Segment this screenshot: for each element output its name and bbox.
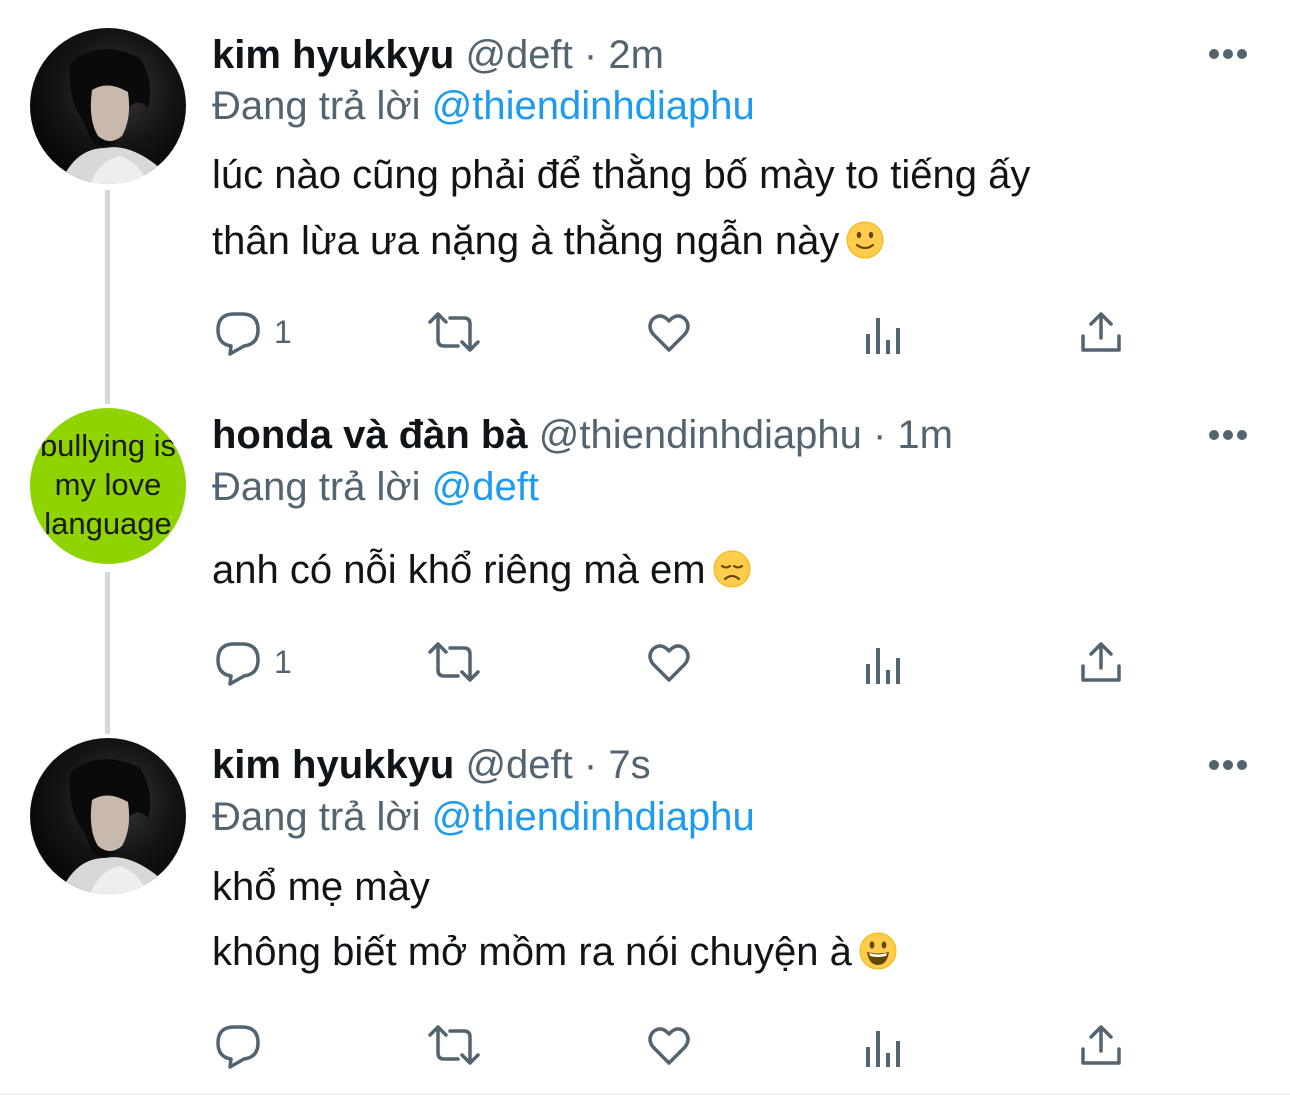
retweet-icon: [428, 642, 480, 682]
replying-to-label: Đang trả lời: [212, 795, 421, 839]
analytics-button[interactable]: [862, 1025, 906, 1073]
tweet-text-line-with-emoji: không biết mở mồm ra nói chuyện à: [212, 927, 898, 977]
like-button[interactable]: [645, 1021, 693, 1069]
replying-to-label: Đang trả lời: [212, 84, 421, 128]
replying-to-line: Đang trả lời @thiendinhdiaphu: [212, 81, 755, 131]
avatar-portrait-image: [60, 49, 170, 184]
reply-button[interactable]: 1: [214, 638, 292, 686]
reply-icon: [216, 312, 260, 356]
tweet[interactable]: kim hyukkyu @deft · 2m Đang trả lời @thi…: [0, 0, 1290, 380]
share-button[interactable]: [1077, 308, 1125, 356]
like-icon: [648, 314, 690, 352]
tweet-text-line-with-emoji: anh có nỗi khổ riêng mà em: [212, 545, 752, 595]
analytics-button[interactable]: [862, 312, 906, 360]
mention-link[interactable]: @thiendinhdiaphu: [432, 84, 755, 128]
analytics-icon: [866, 318, 900, 354]
reply-button[interactable]: 1: [214, 308, 292, 356]
retweet-button[interactable]: [426, 308, 482, 356]
reply-count: 1: [274, 313, 292, 350]
timestamp[interactable]: 2m: [608, 33, 664, 77]
reply-button[interactable]: [214, 1021, 274, 1069]
tweet[interactable]: bullying is my love language honda và đà…: [0, 380, 1290, 710]
tweet-text-line-with-emoji: thân lừa ưa nặng à thằng ngẫn này: [212, 216, 885, 266]
avatar-text-line: bullying is: [40, 428, 176, 463]
user-handle[interactable]: @deft: [465, 743, 572, 787]
tweet[interactable]: kim hyukkyu @deft · 7s Đang trả lời @thi…: [0, 710, 1290, 1090]
share-icon: [1081, 312, 1121, 352]
retweet-button[interactable]: [426, 638, 482, 686]
avatar-portrait-image: [60, 759, 170, 894]
more-icon[interactable]: [1208, 46, 1248, 62]
separator-dot: ·: [583, 33, 598, 77]
like-button[interactable]: [645, 308, 693, 356]
user-handle[interactable]: @thiendinhdiaphu: [539, 413, 862, 457]
more-icon[interactable]: [1208, 757, 1248, 773]
mention-link[interactable]: @thiendinhdiaphu: [432, 795, 755, 839]
disappointed-face-emoji-icon: [713, 550, 751, 588]
more-icon[interactable]: [1208, 427, 1248, 443]
timestamp[interactable]: 7s: [608, 743, 650, 787]
avatar-text-line: my love: [55, 467, 162, 502]
analytics-icon: [866, 648, 900, 684]
analytics-icon: [866, 1031, 900, 1067]
tweet-text-line: khổ mẹ mày: [212, 865, 430, 909]
avatar[interactable]: bullying is my love language: [30, 408, 186, 564]
avatar-text-image: bullying is my love language: [40, 428, 176, 541]
reply-icon: [216, 1025, 260, 1069]
display-name[interactable]: kim hyukkyu: [212, 33, 454, 77]
share-icon: [1081, 642, 1121, 682]
like-icon: [648, 1027, 690, 1065]
avatar-text-line: language: [44, 506, 172, 541]
like-button[interactable]: [645, 638, 693, 686]
grinning-face-emoji-icon: [859, 932, 897, 970]
tweet-text: không biết mở mồm ra nói chuyện à: [212, 930, 852, 974]
tweet-header: kim hyukkyu @deft · 7s: [212, 740, 651, 790]
share-button[interactable]: [1077, 638, 1125, 686]
avatar[interactable]: [30, 28, 186, 184]
retweet-button[interactable]: [426, 1021, 482, 1069]
tweet-text: anh có nỗi khổ riêng mà em: [212, 548, 706, 592]
tweet-header: kim hyukkyu @deft · 2m: [212, 30, 664, 80]
tweet-text: thân lừa ưa nặng à thằng ngẫn này: [212, 219, 840, 263]
mention-link[interactable]: @deft: [432, 465, 539, 509]
reply-count: 1: [274, 643, 292, 680]
avatar[interactable]: [30, 738, 186, 894]
user-handle[interactable]: @deft: [465, 33, 572, 77]
replying-to-line: Đang trả lời @thiendinhdiaphu: [212, 792, 755, 842]
retweet-icon: [428, 1025, 480, 1065]
tweet-text-line: lúc nào cũng phải để thằng bố mày to tiế…: [212, 153, 1031, 197]
like-icon: [648, 644, 690, 682]
share-button[interactable]: [1077, 1021, 1125, 1069]
reply-icon: [216, 642, 260, 686]
retweet-icon: [428, 312, 480, 352]
tweet-header: honda và đàn bà @thiendinhdiaphu · 1m: [212, 410, 953, 460]
timestamp[interactable]: 1m: [897, 413, 953, 457]
replying-to-label: Đang trả lời: [212, 465, 421, 509]
separator-dot: ·: [872, 413, 887, 457]
slightly-smiling-face-emoji-icon: [846, 221, 884, 259]
display-name[interactable]: kim hyukkyu: [212, 743, 454, 787]
display-name[interactable]: honda và đàn bà: [212, 413, 528, 457]
share-icon: [1081, 1025, 1121, 1065]
divider: [0, 1093, 1290, 1095]
analytics-button[interactable]: [862, 642, 906, 690]
separator-dot: ·: [583, 743, 598, 787]
replying-to-line: Đang trả lời @deft: [212, 462, 539, 512]
